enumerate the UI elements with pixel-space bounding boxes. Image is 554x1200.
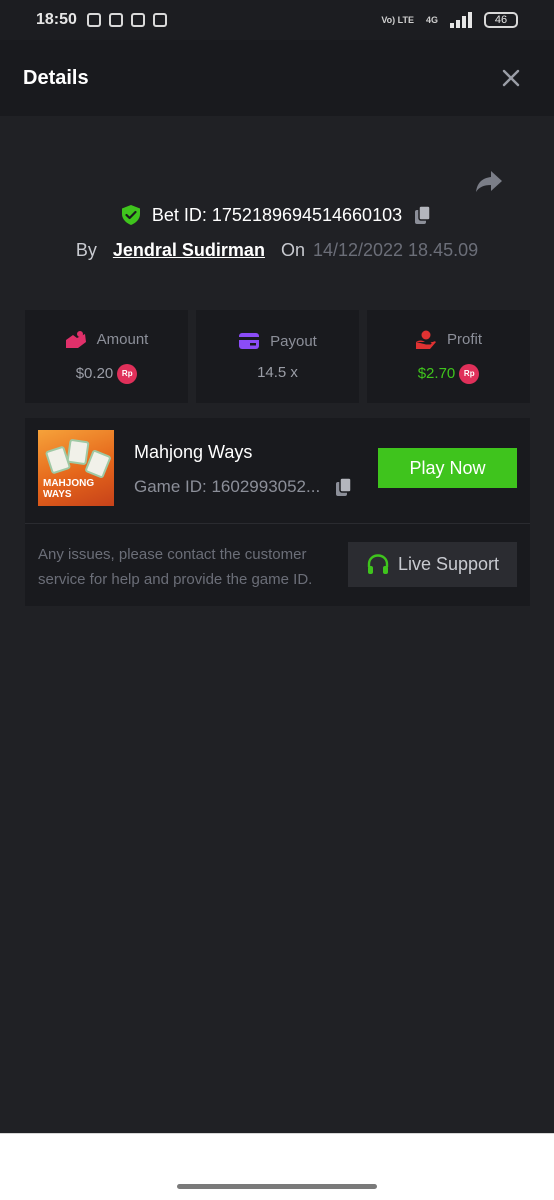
bet-owner-row: By Jendral Sudirman On 14/12/2022 18.45.… xyxy=(0,240,554,261)
help-text: Any issues, please contact the customer … xyxy=(38,546,313,588)
payout-card: Payout 14.5 x xyxy=(196,310,359,403)
profit-icon xyxy=(415,330,436,349)
status-bar: 18:50 Vo) LTE 4G 46 xyxy=(0,0,554,40)
profit-card: Profit $2.70 Rp xyxy=(367,310,530,403)
username-link[interactable]: Jendral Sudirman xyxy=(113,240,265,261)
volte-icon: Vo) LTE xyxy=(381,14,414,25)
live-support-button[interactable]: Live Support xyxy=(348,542,517,587)
payout-icon xyxy=(239,333,260,349)
share-button[interactable] xyxy=(472,164,506,198)
divider xyxy=(25,523,530,524)
details-header: Details xyxy=(0,40,554,116)
game-thumbnail-logo: MAHJONG WAYS xyxy=(43,478,95,500)
bet-stats: Amount $0.20 Rp Payout 14.5 x Profit $2.… xyxy=(25,310,530,403)
amount-value: $0.20 xyxy=(75,365,114,382)
signal-icon xyxy=(450,12,472,28)
bet-id-row: Bet ID: 1752189694514660103 xyxy=(0,204,554,226)
game-thumbnail[interactable]: MAHJONG WAYS xyxy=(38,430,114,506)
battery-icon: 46 xyxy=(484,12,518,28)
payout-label: Payout xyxy=(270,332,317,350)
bet-id: Bet ID: 1752189694514660103 xyxy=(151,204,403,225)
mute-icon xyxy=(86,13,101,27)
game-id: Game ID: 1602993052... xyxy=(134,477,321,496)
share-icon xyxy=(476,171,502,192)
amount-card: Amount $0.20 Rp xyxy=(25,310,188,403)
status-time: 18:50 xyxy=(36,11,77,28)
currency-badge: Rp xyxy=(459,363,480,384)
home-gesture-bar[interactable] xyxy=(177,1184,377,1189)
currency-badge: Rp xyxy=(117,363,138,384)
verified-shield-icon xyxy=(121,205,140,225)
notification-icons xyxy=(86,13,167,27)
amount-label: Amount xyxy=(96,331,149,348)
profit-label: Profit xyxy=(446,331,482,348)
copy-icon[interactable] xyxy=(334,476,354,498)
network-type: 4G xyxy=(425,14,438,25)
game-id-row: Game ID: 1602993052... xyxy=(134,476,354,498)
close-button[interactable] xyxy=(491,58,531,98)
play-now-button[interactable]: Play Now xyxy=(378,448,517,488)
by-label: By xyxy=(75,240,97,260)
on-label: On xyxy=(280,240,305,260)
payout-value: 14.5 x xyxy=(257,364,298,381)
game-name: Mahjong Ways xyxy=(134,442,253,462)
upload-icon xyxy=(152,13,167,27)
bet-date: 14/12/2022 18.45.09 xyxy=(312,240,479,260)
amount-icon xyxy=(65,330,86,348)
system-nav-bar xyxy=(0,1133,554,1200)
live-support-label: Live Support xyxy=(397,554,500,574)
page-title: Details xyxy=(23,66,89,89)
game-card: MAHJONG WAYS Mahjong Ways Game ID: 16029… xyxy=(25,418,530,606)
close-icon xyxy=(502,69,520,87)
headset-icon xyxy=(367,553,389,574)
copy-icon[interactable] xyxy=(412,204,434,226)
app-icon xyxy=(130,13,145,27)
profit-value: $2.70 xyxy=(417,365,456,382)
alarm-icon xyxy=(108,13,123,27)
